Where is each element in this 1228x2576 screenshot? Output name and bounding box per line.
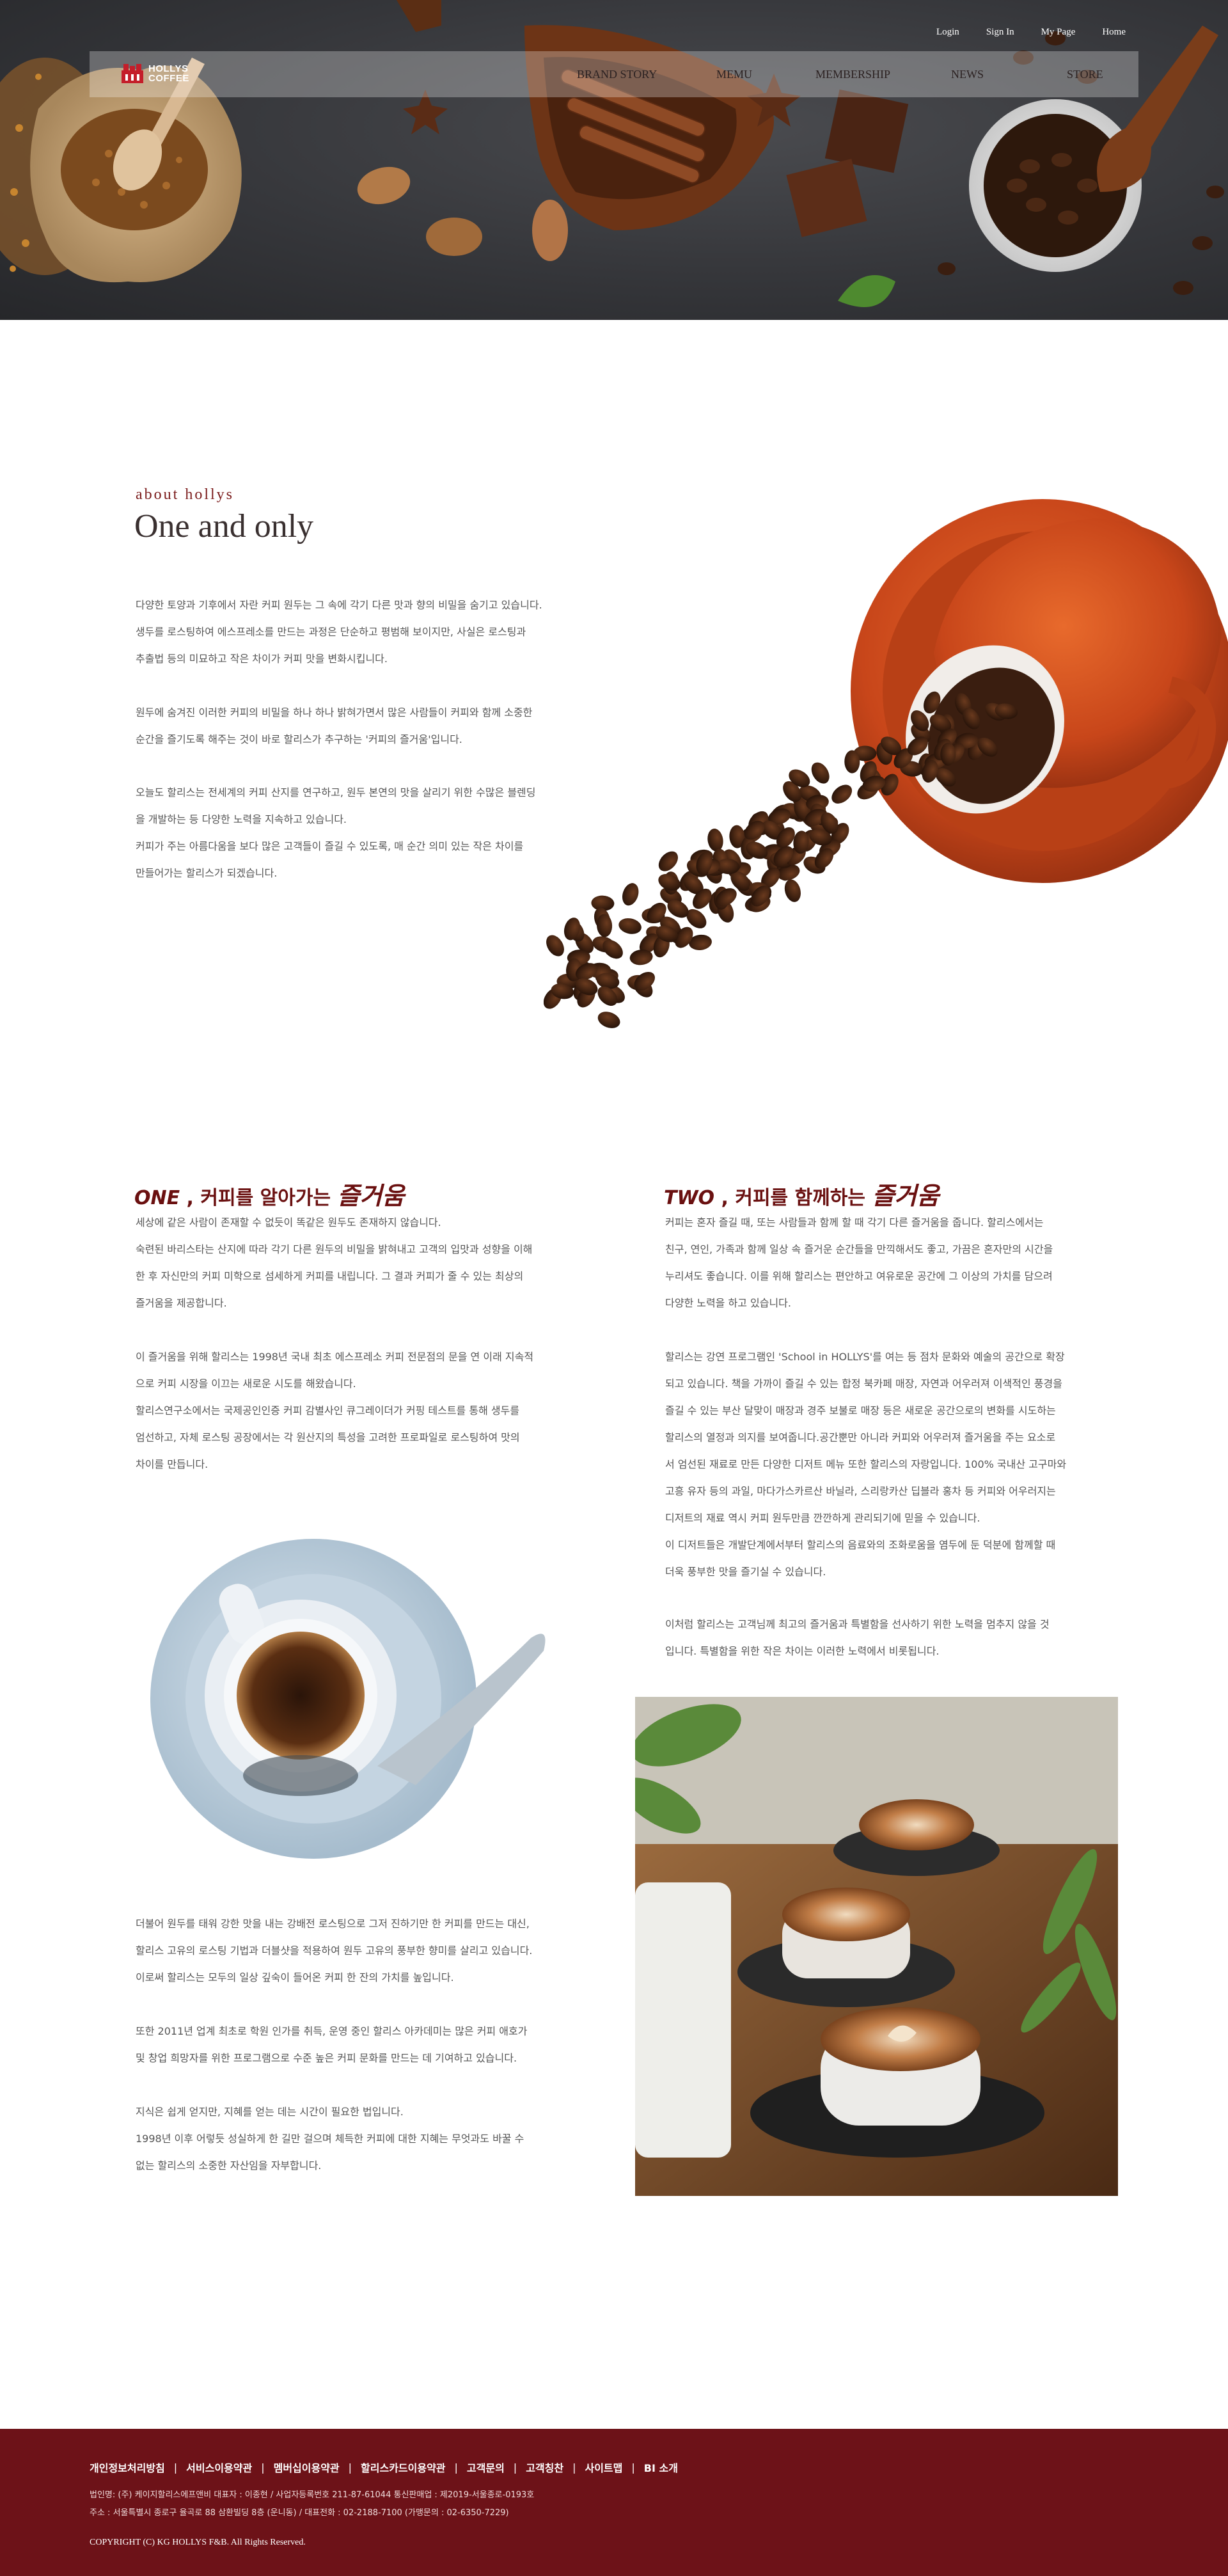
footer-link-privacy[interactable]: 개인정보처리방침 bbox=[90, 2460, 165, 2475]
one-paragraph-1: 세상에 같은 사람이 존재할 수 없듯이 똑같은 원두도 존재하지 않습니다. … bbox=[136, 1216, 533, 1309]
coffee-bean bbox=[622, 883, 639, 906]
footer-separator: | bbox=[261, 2461, 265, 2474]
coffee-bean bbox=[597, 1012, 620, 1028]
footer-link-inquiry[interactable]: 고객문의 bbox=[467, 2460, 505, 2475]
one-paragraph-2: 이 즐거움을 위해 할리스는 1998년 국내 최초 에스프레소 커피 전문점의… bbox=[136, 1351, 534, 1470]
company-info-line-2: 주소 : 서울특별시 종로구 율곡로 88 삼환빌딩 8층 (운니동) / 대표… bbox=[90, 2508, 509, 2518]
coffee-bean bbox=[658, 851, 678, 871]
footer-separator: | bbox=[572, 2461, 576, 2474]
home-link[interactable]: Home bbox=[1102, 27, 1126, 38]
menu-memu[interactable]: MEMU bbox=[716, 68, 752, 81]
section-one-heading: ONE , 커피를 알아가는 즐거움 bbox=[134, 1176, 404, 1211]
footer-separator: | bbox=[173, 2461, 178, 2474]
main-navbar: HOLLYS COFFEE BRAND STORY MEMU MEMBERSHI… bbox=[90, 51, 1138, 97]
logo-line-2: COFFEE bbox=[148, 73, 189, 84]
about-title: One and only bbox=[134, 508, 314, 545]
menu-brand-story[interactable]: BRAND STORY bbox=[577, 68, 657, 81]
section-two-comma: , bbox=[714, 1187, 736, 1209]
footer-link-bi[interactable]: BI 소개 bbox=[644, 2460, 678, 2475]
coffee-bean bbox=[831, 784, 853, 804]
company-info-line-1: 법인명: (주) 케이지할리스에프앤비 대표자 : 이종현 / 사업자등록번호 … bbox=[90, 2490, 535, 2500]
coffee-bean bbox=[707, 829, 723, 852]
coffee-bean bbox=[811, 762, 830, 784]
footer-link-membership-terms[interactable]: 멤버십이용약관 bbox=[274, 2460, 340, 2475]
copyright: COPYRIGHT (C) KG HOLLYS F&B. All Rights … bbox=[90, 2538, 306, 2547]
utility-nav: Login Sign In My Page Home bbox=[909, 27, 1126, 38]
footer-separator: | bbox=[454, 2461, 458, 2474]
section-two-heading-emphasis: 즐거움 bbox=[872, 1182, 940, 1210]
espresso-cup-image bbox=[150, 1539, 546, 1859]
footer-links: 개인정보처리방침 | 서비스이용약관 | 멤버십이용약관 | 할리스카드이용약관 | 고… bbox=[90, 2460, 678, 2475]
latte-cups-photo bbox=[635, 1697, 1118, 2196]
site-footer: 개인정보처리방침 | 서비스이용약관 | 멤버십이용약관 | 할리스카드이용약관 | 고… bbox=[0, 2429, 1228, 2576]
hollys-logo[interactable]: HOLLYS COFFEE bbox=[122, 64, 189, 83]
about-paragraph-1: 다양한 토양과 기후에서 자란 커피 원두는 그 속에 각기 다른 맛과 향의 … bbox=[136, 599, 542, 665]
two-paragraph-2: 할리스는 강연 프로그램인 'School in HOLLYS'를 여는 등 점… bbox=[665, 1351, 1067, 1578]
coffee-bean bbox=[784, 879, 801, 902]
section-two-heading-text: 커피를 함께하는 bbox=[735, 1187, 872, 1209]
sign-in-link[interactable]: Sign In bbox=[986, 27, 1014, 38]
section-one-number: ONE bbox=[134, 1187, 180, 1209]
my-page-link[interactable]: My Page bbox=[1041, 27, 1076, 38]
section-one-heading-text: 커피를 알아가는 bbox=[200, 1187, 338, 1209]
section-two-number: TWO bbox=[664, 1187, 715, 1209]
section-two-heading: TWO , 커피를 함께하는 즐거움 bbox=[664, 1176, 939, 1211]
menu-membership[interactable]: MEMBERSHIP bbox=[815, 68, 890, 81]
two-paragraph-1: 커피는 혼자 즐길 때, 또는 사람들과 함께 할 때 각기 다른 즐거움을 줍… bbox=[665, 1216, 1053, 1309]
login-link[interactable]: Login bbox=[936, 27, 959, 38]
hero-coffee-illustration bbox=[0, 0, 1224, 307]
section-one-heading-emphasis: 즐거움 bbox=[337, 1182, 405, 1210]
section-one-comma: , bbox=[180, 1187, 201, 1209]
one-paragraph-3: 더불어 원두를 태워 강한 맛을 내는 강배전 로스팅으로 그저 진하기만 한 … bbox=[136, 1918, 533, 1984]
footer-separator: | bbox=[348, 2461, 352, 2474]
about-paragraph-3: 오늘도 할리스는 전세계의 커피 산지를 연구하고, 원두 본연의 맛을 살리기… bbox=[136, 786, 536, 879]
crown-logo-icon bbox=[122, 64, 143, 83]
footer-link-praise[interactable]: 고객칭찬 bbox=[526, 2460, 563, 2475]
footer-link-terms[interactable]: 서비스이용약관 bbox=[186, 2460, 252, 2475]
menu-store[interactable]: STORE bbox=[1067, 68, 1103, 81]
footer-separator: | bbox=[631, 2461, 635, 2474]
one-paragraph-5: 지식은 쉽게 얻지만, 지혜를 얻는 데는 시간이 필요한 법입니다. 1998… bbox=[136, 2106, 524, 2172]
hero-banner: Login Sign In My Page Home HOLLYS COFFEE bbox=[0, 0, 1228, 320]
menu-news[interactable]: NEWS bbox=[951, 68, 984, 81]
two-paragraph-3: 이처럼 할리스는 고객님께 최고의 즐거움과 특별함을 선사하기 위한 노력을 … bbox=[665, 1618, 1050, 1657]
about-paragraph-2: 원두에 숨겨진 이러한 커피의 비밀을 하나 하나 밝혀가면서 많은 사람들이 … bbox=[136, 706, 533, 745]
footer-separator: | bbox=[513, 2461, 517, 2474]
coffee-bean bbox=[618, 918, 642, 934]
spilled-coffee-cup-image bbox=[544, 499, 1228, 1028]
logo-wordmark: HOLLYS COFFEE bbox=[148, 64, 189, 83]
footer-link-card-terms[interactable]: 할리스카드이용약관 bbox=[361, 2460, 445, 2475]
coffee-bean bbox=[940, 742, 956, 766]
coffee-bean bbox=[546, 935, 564, 957]
footer-link-sitemap[interactable]: 사이트맵 bbox=[585, 2460, 622, 2475]
one-paragraph-4: 또한 2011년 업계 최초로 학원 인가를 취득, 운영 중인 할리스 아카데… bbox=[136, 2025, 528, 2064]
about-subtitle: about hollys bbox=[136, 486, 234, 503]
logo-line-1: HOLLYS bbox=[148, 63, 189, 74]
